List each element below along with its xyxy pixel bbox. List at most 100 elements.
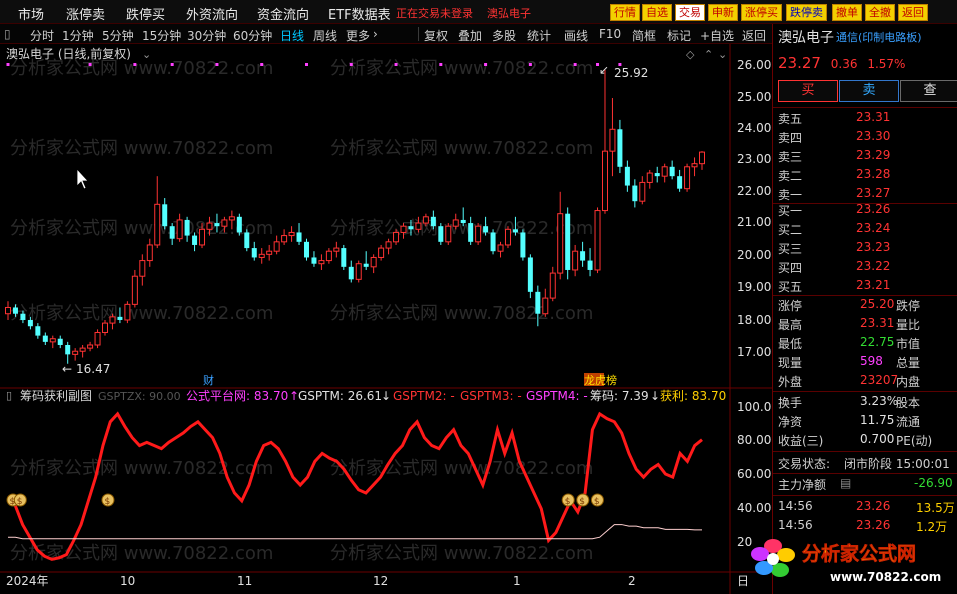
candle-body bbox=[348, 266, 354, 280]
period-tab-30min[interactable]: 30分钟 bbox=[187, 27, 226, 44]
stat-row-value: 22.75 bbox=[860, 335, 895, 349]
candle-body bbox=[452, 219, 459, 227]
watermark-text: 分析家公式网 www.70822.com bbox=[10, 138, 273, 159]
period-tab-60min[interactable]: 60分钟 bbox=[233, 27, 272, 44]
diamond-icon[interactable]: ◇ bbox=[686, 48, 695, 61]
tool-mark-button[interactable]: 标记 bbox=[667, 27, 691, 44]
tool-f10-button[interactable]: F10 bbox=[599, 27, 621, 41]
sell-button[interactable]: 卖 bbox=[839, 80, 899, 102]
money-bag-icon: $ bbox=[13, 493, 27, 507]
svg-text:$: $ bbox=[594, 497, 600, 507]
candle-body bbox=[214, 223, 220, 227]
tool-adjust-button[interactable]: 复权 bbox=[424, 27, 448, 44]
toolbar-cancel-all-button[interactable]: 全撤 bbox=[865, 4, 895, 21]
finance-marker[interactable]: 财 bbox=[203, 373, 214, 387]
price-tick: 24.00 bbox=[737, 121, 771, 135]
chevron-down-icon[interactable]: ⌄ bbox=[718, 48, 727, 61]
buy-button[interactable]: 买 bbox=[778, 80, 838, 102]
stock-name: 澳弘电子 bbox=[778, 30, 834, 46]
period-tab-15min[interactable]: 15分钟 bbox=[142, 27, 181, 44]
toolbar-limit-down-sell-button[interactable]: 跌停卖 bbox=[786, 4, 827, 21]
toolbar-limit-up-buy-button[interactable]: 涨停买 bbox=[741, 4, 782, 21]
tool-stats-button[interactable]: 统计 bbox=[527, 27, 551, 44]
watermark-text: 分析家公式网 www.70822.com bbox=[330, 458, 593, 479]
stat-row-label2: 量比 bbox=[896, 318, 921, 332]
toolbar-watchlist-button[interactable]: 自选 bbox=[642, 4, 672, 21]
candle-body bbox=[266, 250, 273, 255]
legend-item: GSPTM3: - bbox=[460, 389, 522, 403]
table-icon[interactable]: ▤ bbox=[840, 476, 851, 490]
menu-etf-table[interactable]: ETF数据表 bbox=[328, 4, 391, 23]
candle-body bbox=[12, 307, 18, 314]
candle-body bbox=[535, 291, 541, 314]
tool-multi-stock-button[interactable]: 多股 bbox=[492, 27, 516, 44]
legend-item: 获利: 83.70 bbox=[660, 389, 726, 403]
tool-simple-frame-button[interactable]: 简框 bbox=[632, 27, 656, 44]
menu-foreign-flow[interactable]: 外资流向 bbox=[186, 4, 238, 23]
main-net-row[interactable]: 主力净额 ▤ -26.90 bbox=[778, 476, 956, 495]
menu-limit-down-buy[interactable]: 跌停买 bbox=[126, 4, 165, 23]
stat-row: 收益(三) 0.700 PE(动) bbox=[778, 432, 956, 451]
dragon-tiger-marker[interactable]: 龙虎榜 bbox=[584, 373, 617, 387]
candle-body bbox=[684, 166, 691, 190]
sub-chart-params: GSPTZX: 90.00 bbox=[98, 390, 181, 403]
toolbar-quote-button[interactable]: 行情 bbox=[610, 4, 640, 21]
candle-body bbox=[699, 151, 705, 165]
period-tab-5min[interactable]: 5分钟 bbox=[102, 27, 134, 44]
candle-body bbox=[378, 247, 385, 258]
trade-status-value: 闭市阶段 15:00:01 bbox=[844, 457, 950, 471]
menu-capital-flow[interactable]: 资金流向 bbox=[257, 4, 309, 23]
collapse-icon[interactable]: ▯ bbox=[4, 27, 11, 41]
tool-draw-line-button[interactable]: 画线 bbox=[564, 27, 588, 44]
mouse-cursor-icon bbox=[76, 167, 89, 190]
candle-body bbox=[422, 216, 429, 224]
collapse-icon[interactable]: ▯ bbox=[6, 389, 12, 402]
time-tick: 12 bbox=[373, 574, 388, 588]
chevron-up-icon[interactable]: ⌃ bbox=[704, 48, 713, 61]
toolbar-trade-button[interactable]: 交易 bbox=[675, 4, 705, 21]
toolbar-cancel-button[interactable]: 撤单 bbox=[832, 4, 862, 21]
time-tick: 10 bbox=[120, 574, 135, 588]
candle-body bbox=[661, 166, 668, 177]
signal-dot bbox=[88, 63, 92, 66]
tool-add-watchlist-button[interactable]: +自选 bbox=[700, 27, 734, 44]
signal-dot bbox=[394, 63, 398, 66]
kline-chart-area[interactable]: 分析家公式网 www.70822.com 分析家公式网 www.70822.co… bbox=[0, 44, 772, 594]
arrow-down-icon: ↓ bbox=[650, 389, 660, 403]
period-tab-intraday[interactable]: 分时 bbox=[30, 27, 54, 44]
toolbar-ipo-button[interactable]: 申新 bbox=[708, 4, 738, 21]
price-tick: 17.00 bbox=[737, 345, 771, 359]
low-price-label: 16.47 bbox=[76, 362, 110, 376]
period-tab-more[interactable]: 更多 bbox=[346, 27, 370, 44]
period-tab-1min[interactable]: 1分钟 bbox=[62, 27, 94, 44]
candle-body bbox=[527, 257, 533, 292]
candle-body bbox=[460, 219, 466, 224]
candle-body bbox=[72, 350, 79, 355]
candle-body bbox=[49, 338, 56, 343]
sell-level-label: 卖二 bbox=[778, 169, 803, 183]
stat-row-label: 净资 bbox=[778, 415, 803, 429]
candle-body bbox=[184, 219, 190, 236]
stock-category[interactable]: 通信(印制电路板) bbox=[836, 29, 922, 45]
high-price-label: 25.92 bbox=[614, 66, 648, 80]
signal-dot bbox=[304, 63, 308, 66]
candle-body bbox=[669, 166, 675, 177]
candle-body bbox=[415, 222, 422, 230]
period-tab-weekly[interactable]: 周线 bbox=[313, 27, 337, 44]
menu-market[interactable]: 市场 bbox=[18, 4, 44, 23]
tool-back-button[interactable]: 返回 bbox=[742, 27, 766, 44]
stat-row-value: 23207 bbox=[860, 373, 899, 387]
chevron-down-icon[interactable]: ⌄ bbox=[142, 48, 151, 61]
query-button[interactable]: 查 bbox=[900, 80, 957, 102]
period-tab-daily[interactable]: 日线 bbox=[280, 27, 304, 44]
candle-body bbox=[512, 229, 518, 233]
candle-body bbox=[27, 319, 33, 327]
login-warning[interactable]: 正在交易未登录 bbox=[396, 5, 473, 21]
sell-level-value: 23.31 bbox=[856, 110, 891, 124]
menu-limit-up-sell[interactable]: 涨停卖 bbox=[66, 4, 105, 23]
chevron-right-icon[interactable]: › bbox=[373, 27, 378, 41]
tool-overlay-button[interactable]: 叠加 bbox=[458, 27, 482, 44]
money-bag-markers: $ $ $ $ $ $ bbox=[6, 493, 604, 507]
toolbar-back-button[interactable]: 返回 bbox=[898, 4, 928, 21]
price-tick: 25.00 bbox=[737, 90, 771, 104]
